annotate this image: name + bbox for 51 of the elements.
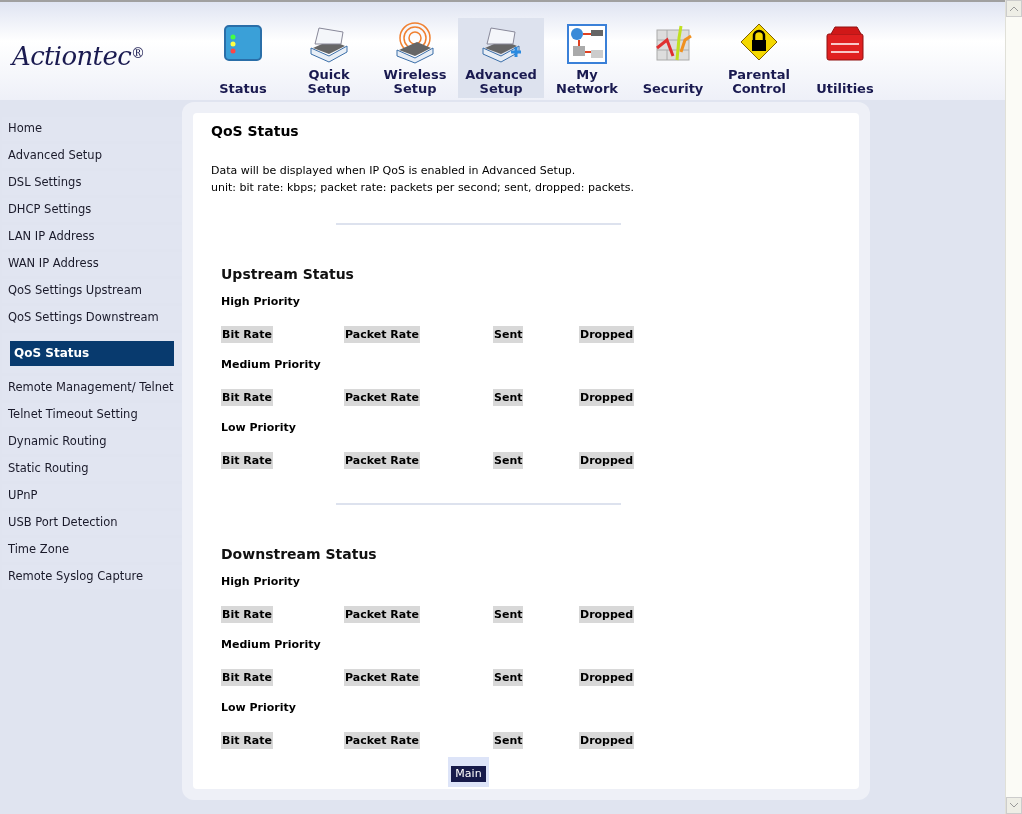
column-header: Bit Rate <box>221 451 273 469</box>
section-title: Upstream Status <box>220 264 355 284</box>
nav-tab[interactable]: Parental Control <box>716 18 802 98</box>
page-title: QoS Status <box>211 122 300 141</box>
column-header: Packet Rate <box>344 731 420 749</box>
scroll-down-icon[interactable] <box>1006 797 1022 814</box>
nav-tab[interactable]: Quick Setup <box>286 18 372 98</box>
column-header: Dropped <box>579 668 635 686</box>
column-header: Dropped <box>579 325 635 343</box>
info-text: unit: bit rate: kbps; packet rate: packets per second; sent, dropped: packets. <box>211 180 636 196</box>
column-header: Dropped <box>579 388 635 406</box>
sidebar-item[interactable]: QoS Status <box>10 340 174 366</box>
nav-tab[interactable]: Wireless Setup <box>372 18 458 98</box>
column-header: Sent <box>493 325 524 343</box>
network-diagram-icon <box>565 22 609 66</box>
priority-label: High Priority <box>221 294 301 311</box>
column-header: Dropped <box>579 451 635 469</box>
nav-tab[interactable]: Advanced Setup <box>458 18 544 98</box>
nav-tab[interactable]: My Network <box>544 18 630 98</box>
column-header: Bit Rate <box>221 325 273 343</box>
column-header: Packet Rate <box>344 605 420 623</box>
nav-tab[interactable]: Utilities <box>802 18 888 98</box>
column-header: Dropped <box>579 605 635 623</box>
scrollbar[interactable] <box>1005 0 1022 814</box>
column-header: Sent <box>493 605 524 623</box>
priority-label: Low Priority <box>221 420 297 437</box>
column-header: Sent <box>493 668 524 686</box>
priority-label: Low Priority <box>221 700 297 717</box>
priority-label: Medium Priority <box>221 637 322 654</box>
column-header: Bit Rate <box>221 605 273 623</box>
column-header: Sent <box>493 731 524 749</box>
column-header: Bit Rate <box>221 668 273 686</box>
scroll-up-icon[interactable] <box>1006 0 1022 17</box>
section-title: Downstream Status <box>220 544 378 564</box>
column-header: Bit Rate <box>221 388 273 406</box>
main-button[interactable]: Main <box>451 766 486 782</box>
column-header: Bit Rate <box>221 731 273 749</box>
wireless-router-icon <box>393 22 437 66</box>
nav-tab[interactable]: Status <box>200 18 286 98</box>
column-header: Sent <box>493 451 524 469</box>
column-header: Packet Rate <box>344 388 420 406</box>
info-text: Data will be displayed when IP QoS is enabled in Advanced Setup. <box>211 163 577 179</box>
column-header: Packet Rate <box>344 668 420 686</box>
priority-label: Medium Priority <box>221 357 322 374</box>
column-header: Packet Rate <box>344 325 420 343</box>
nav-tab[interactable]: Security <box>630 18 716 98</box>
logo: Actiontec$^{®}$ <box>12 39 145 73</box>
column-header: Dropped <box>579 731 635 749</box>
priority-label: High Priority <box>221 574 301 591</box>
column-header: Sent <box>493 388 524 406</box>
column-header: Packet Rate <box>344 451 420 469</box>
